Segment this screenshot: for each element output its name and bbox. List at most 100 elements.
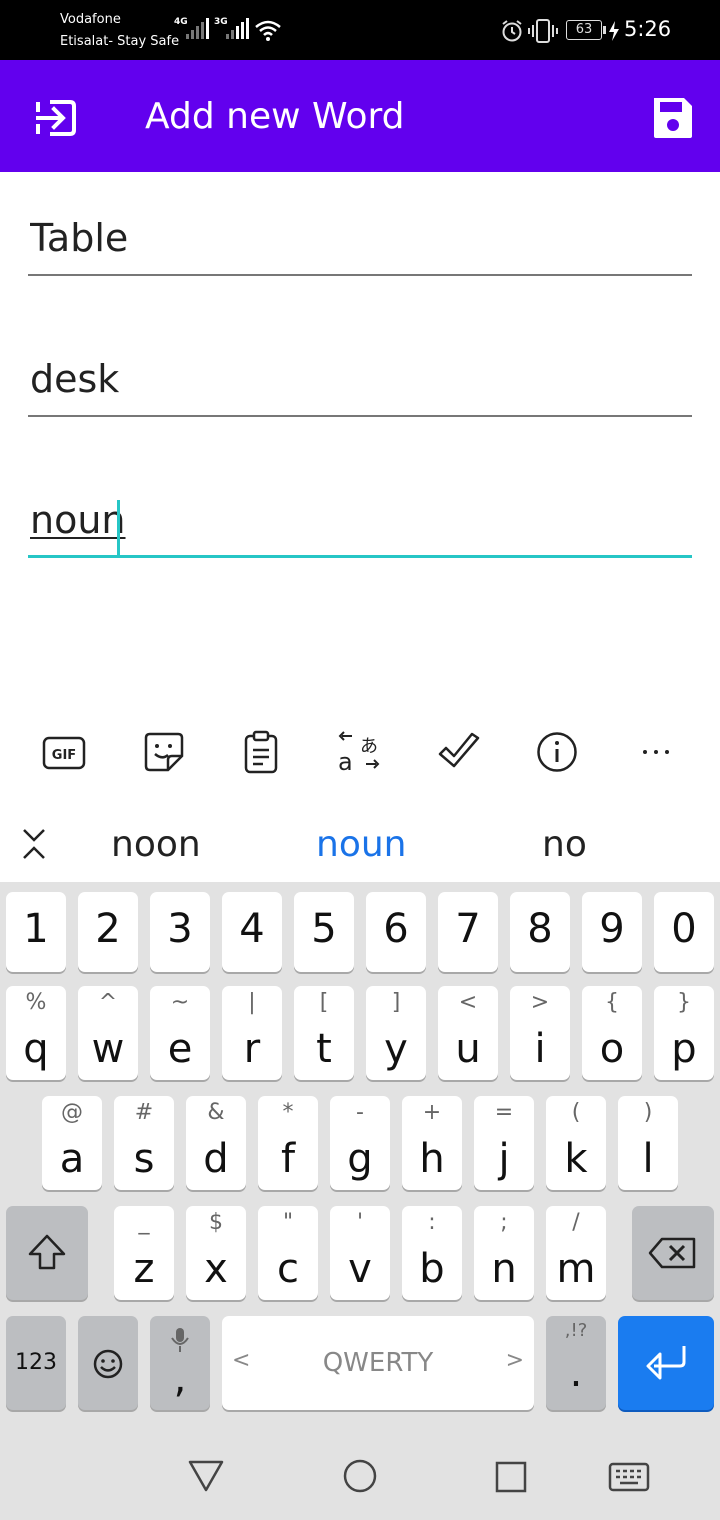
key-3[interactable]: 3 xyxy=(150,892,210,972)
recents-nav-icon[interactable] xyxy=(494,1460,528,1494)
suggestion-2[interactable]: noun xyxy=(316,824,406,865)
key-label: n xyxy=(491,1246,517,1292)
key-r[interactable]: | r xyxy=(222,986,282,1080)
key-label: h xyxy=(419,1136,445,1182)
shift-key[interactable] xyxy=(6,1206,88,1300)
key-7[interactable]: 7 xyxy=(438,892,498,972)
collapse-keyboard-button[interactable] xyxy=(20,826,48,862)
key-d[interactable]: & d xyxy=(186,1096,246,1190)
gif-button[interactable]: GIF xyxy=(42,730,86,774)
sticker-button[interactable] xyxy=(142,730,186,774)
key-alt-label: < xyxy=(458,990,478,1015)
microphone-icon xyxy=(171,1328,189,1352)
key-alt-label: " xyxy=(282,1210,294,1235)
back-nav-icon[interactable] xyxy=(186,1458,226,1494)
key-s[interactable]: # s xyxy=(114,1096,174,1190)
key-y[interactable]: ] y xyxy=(366,986,426,1080)
key-a[interactable]: @ a xyxy=(42,1096,102,1190)
key-0[interactable]: 0 xyxy=(654,892,714,972)
key-h[interactable]: + h xyxy=(402,1096,462,1190)
key-alt-label: = xyxy=(494,1100,514,1125)
translation-field[interactable] xyxy=(28,357,692,417)
key-z[interactable]: _ z xyxy=(114,1206,174,1300)
key-l[interactable]: ) l xyxy=(618,1096,678,1190)
key-w[interactable]: ^ w xyxy=(78,986,138,1080)
more-button[interactable] xyxy=(634,730,678,774)
word-type-field[interactable] xyxy=(28,498,692,558)
key-label: q xyxy=(23,1026,49,1072)
key-o[interactable]: {o xyxy=(582,986,642,1080)
key-label: r xyxy=(243,1026,261,1072)
signal-icon-2 xyxy=(226,18,249,39)
wifi-icon xyxy=(255,20,281,41)
key-m[interactable]: / m xyxy=(546,1206,606,1300)
backspace-key[interactable] xyxy=(632,1206,714,1300)
key-label: 1 xyxy=(23,906,49,952)
text-cursor xyxy=(117,500,120,556)
word-input[interactable] xyxy=(28,216,692,260)
key-n[interactable]: ; n xyxy=(474,1206,534,1300)
key-alt-label: $ xyxy=(209,1210,223,1235)
key-8[interactable]: 8 xyxy=(510,892,570,972)
clipboard-icon xyxy=(244,730,278,774)
key-label: z xyxy=(133,1246,155,1292)
key-t[interactable]: [t xyxy=(294,986,354,1080)
key-e[interactable]: ~ e xyxy=(150,986,210,1080)
home-nav-icon[interactable] xyxy=(342,1458,378,1494)
word-field[interactable] xyxy=(28,216,692,276)
spellcheck-button[interactable] xyxy=(436,730,480,774)
key-alt-label: [ xyxy=(319,990,329,1015)
key-5[interactable]: 5 xyxy=(294,892,354,972)
key-j[interactable]: = j xyxy=(474,1096,534,1190)
emoji-key[interactable] xyxy=(78,1316,138,1410)
key-label: m xyxy=(556,1246,596,1292)
suggestion-bar: noon noun no xyxy=(0,808,720,882)
key-alt-label: ' xyxy=(356,1210,364,1235)
key-i[interactable]: > i xyxy=(510,986,570,1080)
key-label: u xyxy=(455,1026,481,1072)
period-key[interactable]: ,!? . xyxy=(546,1316,606,1410)
key-6[interactable]: 6 xyxy=(366,892,426,972)
key-label: t xyxy=(316,1026,332,1072)
space-key[interactable]: < QWERTY > xyxy=(222,1316,534,1410)
key-2[interactable]: 2 xyxy=(78,892,138,972)
translate-button[interactable]: a あ xyxy=(336,730,380,776)
comma-key[interactable]: , xyxy=(150,1316,210,1410)
enter-key[interactable] xyxy=(618,1316,714,1410)
keyboard-switch-icon[interactable] xyxy=(608,1462,650,1492)
key-q[interactable]: % q xyxy=(6,986,66,1080)
key-alt-label: } xyxy=(677,990,691,1015)
key-label: g xyxy=(347,1136,373,1182)
key-4[interactable]: 4 xyxy=(222,892,282,972)
key-f[interactable]: * f xyxy=(258,1096,318,1190)
key-k[interactable]: (k xyxy=(546,1096,606,1190)
key-alt-label: ,!? xyxy=(564,1320,588,1341)
key-label: d xyxy=(203,1136,229,1182)
key-9[interactable]: 9 xyxy=(582,892,642,972)
key-label: 9 xyxy=(599,906,625,952)
translation-input[interactable] xyxy=(28,357,692,401)
key-p[interactable]: } p xyxy=(654,986,714,1080)
key-x[interactable]: $ x xyxy=(186,1206,246,1300)
exit-button[interactable] xyxy=(30,92,82,144)
key-c[interactable]: " c xyxy=(258,1206,318,1300)
key-alt-label: > xyxy=(530,990,550,1015)
clipboard-button[interactable] xyxy=(239,730,283,774)
key-g[interactable]: -g xyxy=(330,1096,390,1190)
battery-icon: 63 xyxy=(566,20,606,40)
info-button[interactable] xyxy=(535,730,579,774)
key-label: a xyxy=(59,1136,85,1182)
key-label: 6 xyxy=(383,906,409,952)
symbols-key[interactable]: 123 xyxy=(6,1316,66,1410)
suggestion-3[interactable]: no xyxy=(542,824,587,865)
save-button[interactable] xyxy=(644,92,700,144)
key-v[interactable]: ' v xyxy=(330,1206,390,1300)
key-alt-label: { xyxy=(605,990,619,1015)
key-alt-label: ) xyxy=(643,1100,653,1125)
word-type-input[interactable] xyxy=(28,498,692,542)
key-1[interactable]: 1 xyxy=(6,892,66,972)
key-b[interactable]: :b xyxy=(402,1206,462,1300)
key-u[interactable]: < u xyxy=(438,986,498,1080)
key-label: i xyxy=(534,1026,546,1072)
suggestion-1[interactable]: noon xyxy=(111,824,201,865)
